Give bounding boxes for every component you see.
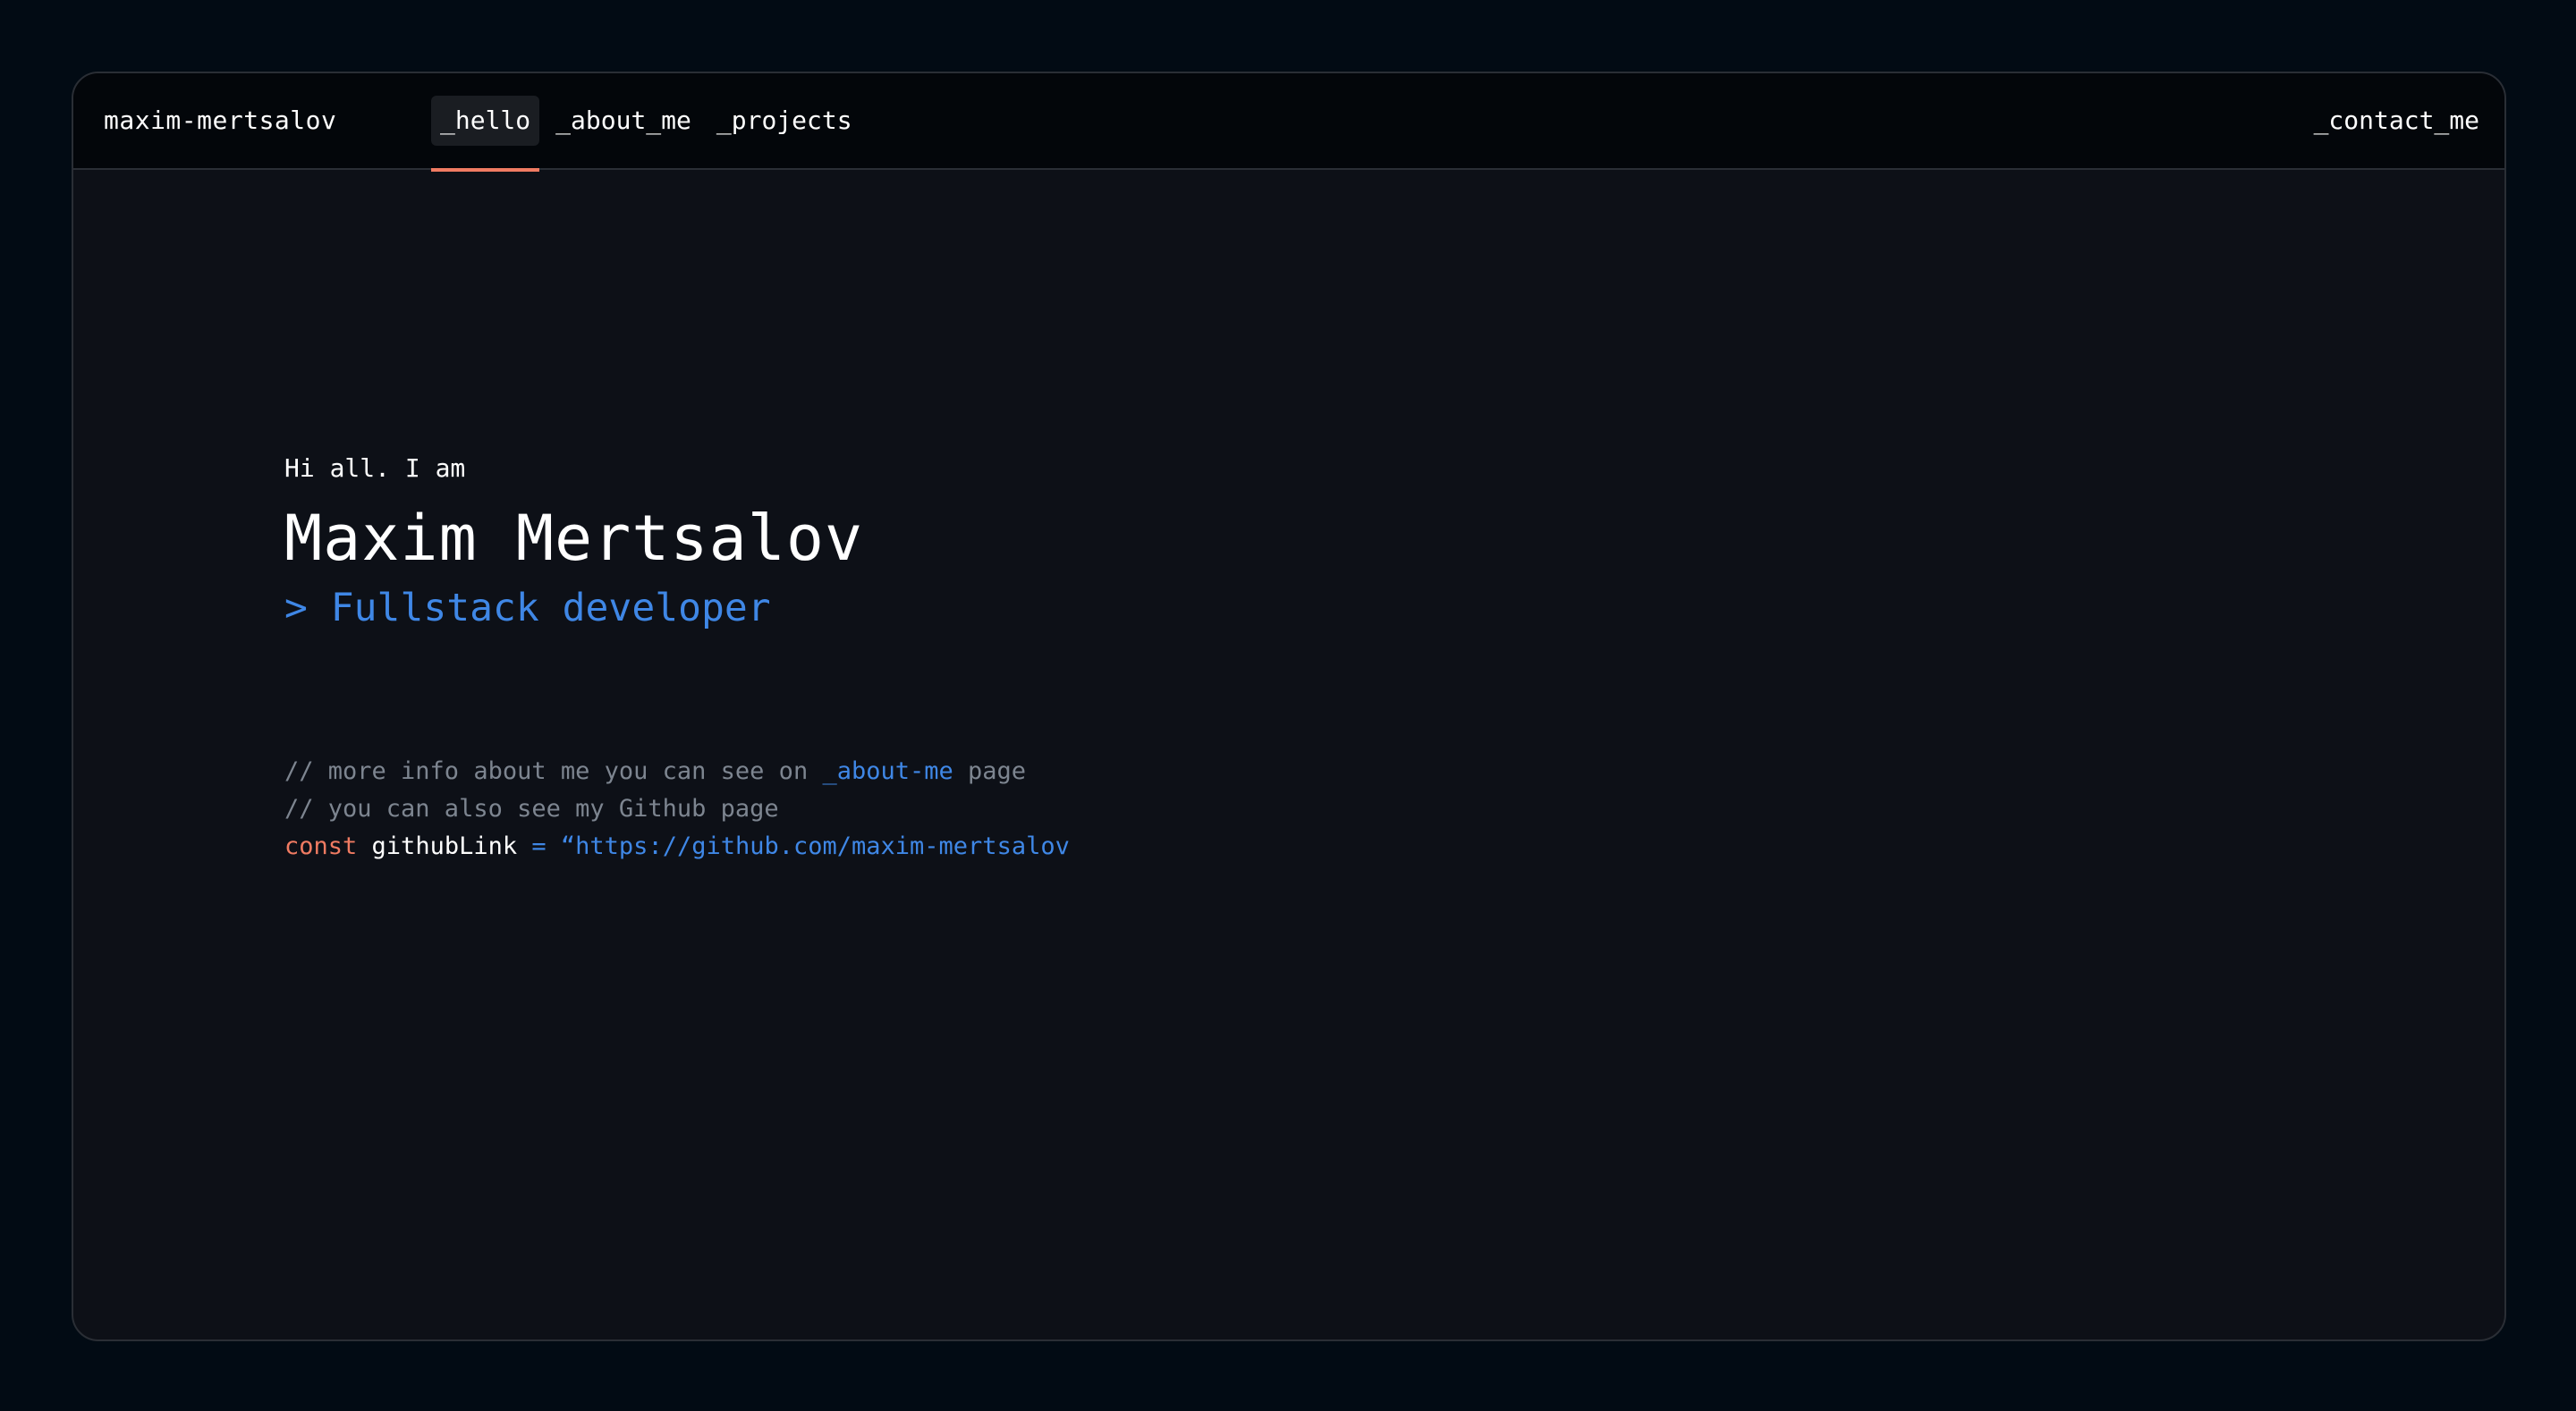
hero-name: Maxim Mertsalov (284, 502, 864, 575)
code-operator: = (531, 832, 547, 860)
hero-section: Hi all. I am Maxim Mertsalov > Fullstack… (284, 451, 863, 635)
code-line-2: // you can also see my Github page (284, 790, 1070, 828)
tab-hello[interactable]: _hello (431, 96, 540, 172)
greeting-text: Hi all. I am (284, 453, 466, 483)
brand-name[interactable]: maxim-mertsalov (104, 73, 336, 168)
about-me-link[interactable]: _about-me (822, 757, 953, 785)
app-window: maxim-mertsalov _hello _about_me _projec… (72, 72, 2506, 1341)
github-link[interactable]: “https://github.com/maxim-mertsalov (561, 832, 1070, 860)
tab-about-me[interactable]: _about_me (547, 96, 700, 146)
code-identifier: githubLink (371, 832, 518, 860)
code-comment-suffix: page (953, 757, 1027, 785)
code-comment: // more info about me you can see on (284, 757, 823, 785)
code-comment: // you can also see my Github page (284, 795, 779, 823)
nav-tabs: _hello _about_me _projects (431, 73, 869, 172)
top-nav-bar: maxim-mertsalov _hello _about_me _projec… (73, 73, 2504, 172)
code-line-1: // more info about me you can see on _ab… (284, 753, 1070, 790)
tab-projects[interactable]: _projects (708, 96, 861, 146)
tab-contact-me[interactable]: _contact_me (2314, 73, 2479, 168)
hero-role: > Fullstack developer (284, 586, 771, 630)
code-keyword: const (284, 832, 358, 860)
code-snippet: // more info about me you can see on _ab… (284, 753, 1070, 866)
code-line-3: const githubLink = “https://github.com/m… (284, 828, 1070, 866)
